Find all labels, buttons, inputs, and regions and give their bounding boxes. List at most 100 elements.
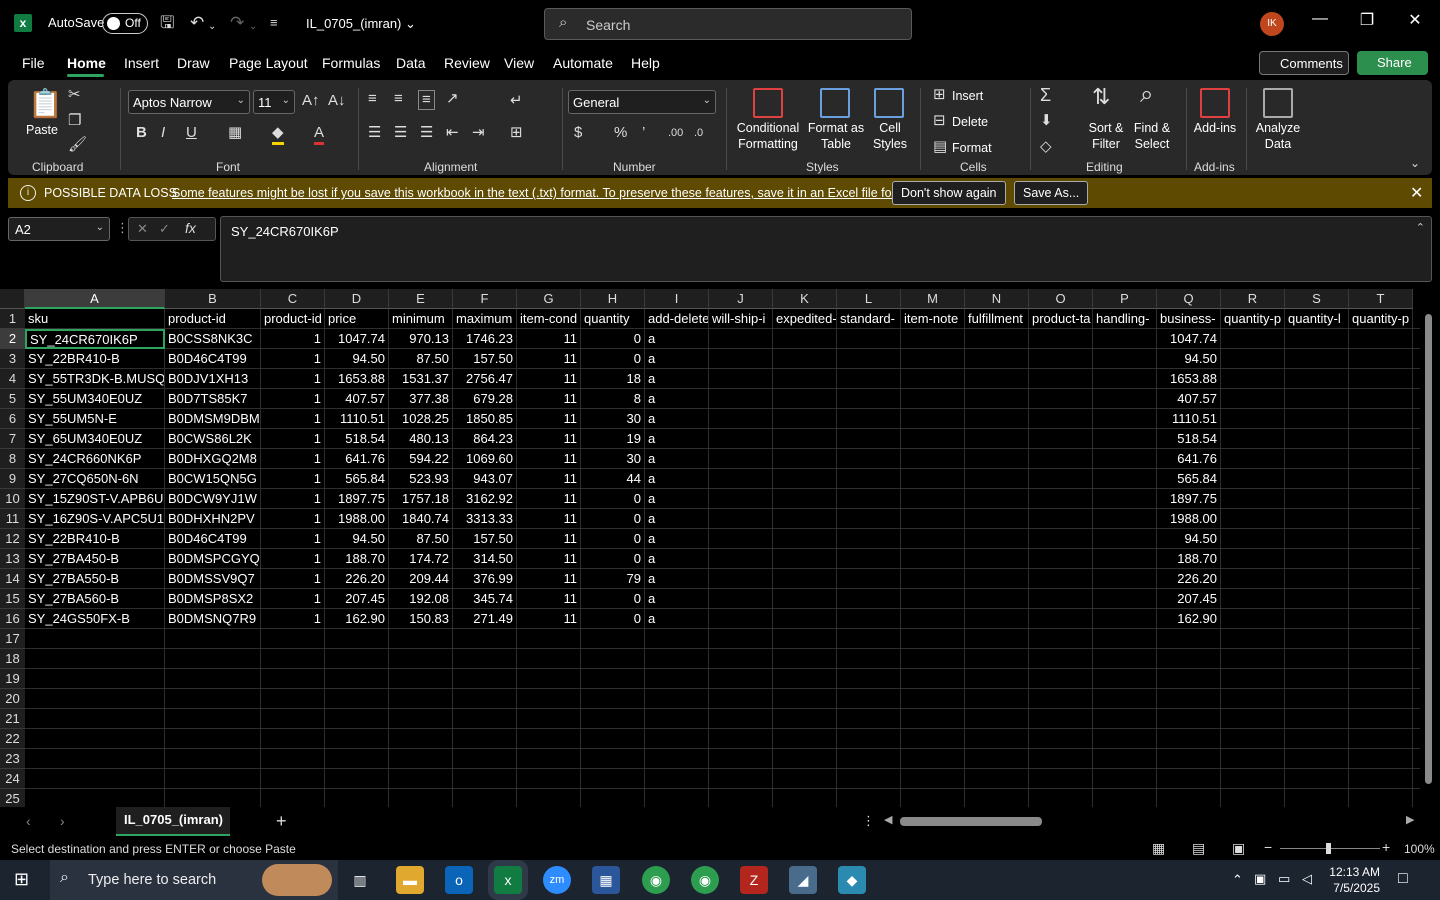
align-right-icon[interactable]: ☰ [420, 124, 433, 142]
column-header-h[interactable]: H [581, 289, 645, 309]
table-cell[interactable]: 157.50 [453, 349, 517, 369]
table-cell[interactable]: 94.50 [1157, 349, 1221, 369]
save-icon[interactable]: 🖫 [160, 12, 174, 34]
table-cell[interactable]: B0CW15QN5G [165, 469, 261, 489]
tab-data[interactable]: Data [396, 55, 426, 71]
align-left-icon[interactable]: ☰ [368, 124, 381, 142]
table-cell[interactable]: 1653.88 [325, 369, 389, 389]
table-cell[interactable]: SY_55UM5N-E [25, 409, 165, 429]
table-cell[interactable]: 11 [517, 569, 581, 589]
page-layout-view-icon[interactable]: ▤ [1192, 840, 1205, 857]
table-cell[interactable]: 11 [517, 429, 581, 449]
font-color-icon[interactable]: A [314, 124, 325, 145]
row-header[interactable]: 16 [0, 609, 25, 629]
wrap-text-icon[interactable]: ↵ [510, 92, 523, 110]
align-bottom-icon[interactable]: ≡ [418, 90, 435, 110]
table-cell[interactable]: a [645, 589, 709, 609]
table-cell[interactable]: 523.93 [389, 469, 453, 489]
header-cell[interactable]: product-id [165, 309, 261, 329]
column-header-j[interactable]: J [709, 289, 773, 309]
row-header[interactable]: 1 [0, 309, 25, 329]
table-cell[interactable]: 44 [581, 469, 645, 489]
table-cell[interactable]: 0 [581, 549, 645, 569]
italic-button[interactable]: I [161, 124, 165, 142]
table-cell[interactable]: B0DMSPCGYQ [165, 549, 261, 569]
table-cell[interactable]: 11 [517, 349, 581, 369]
row-header[interactable]: 21 [0, 709, 25, 729]
header-cell[interactable]: will-ship-i [709, 309, 773, 329]
table-cell[interactable]: 1 [261, 449, 325, 469]
zoom-app-icon[interactable]: zm [543, 866, 571, 894]
network-icon[interactable]: ▭ [1278, 871, 1290, 887]
add-sheet-icon[interactable]: + [276, 811, 287, 832]
table-cell[interactable]: B0DHXHN2PV [165, 509, 261, 529]
close-icon[interactable]: ✕ [1400, 10, 1430, 30]
table-cell[interactable]: B0CWS86L2K [165, 429, 261, 449]
decrease-font-icon[interactable]: A↓ [328, 92, 346, 110]
table-cell[interactable]: 2756.47 [453, 369, 517, 389]
table-cell[interactable]: 3313.33 [453, 509, 517, 529]
page-break-view-icon[interactable]: ▣ [1232, 840, 1245, 857]
table-cell[interactable]: 1531.37 [389, 369, 453, 389]
row-header[interactable]: 12 [0, 529, 25, 549]
add-ins-button[interactable]: Add-ins [1192, 120, 1238, 136]
table-cell[interactable]: 1653.88 [1157, 369, 1221, 389]
zoom-slider-thumb[interactable] [1326, 843, 1331, 854]
header-cell[interactable]: item-cond [517, 309, 581, 329]
table-cell[interactable]: 11 [517, 589, 581, 609]
table-cell[interactable]: a [645, 329, 709, 349]
table-cell[interactable]: 1840.74 [389, 509, 453, 529]
column-header-e[interactable]: E [389, 289, 453, 309]
table-cell[interactable]: 864.23 [453, 429, 517, 449]
table-cell[interactable]: SY_27BA450-B [25, 549, 165, 569]
header-cell[interactable]: minimum [389, 309, 453, 329]
table-cell[interactable]: 11 [517, 329, 581, 349]
analyze-data-icon[interactable] [1263, 88, 1293, 118]
table-cell[interactable]: 518.54 [1157, 429, 1221, 449]
table-cell[interactable]: 1 [261, 549, 325, 569]
windows-start-icon[interactable]: ⊞ [14, 869, 29, 890]
horizontal-scroll-thumb[interactable] [900, 817, 1042, 826]
table-cell[interactable]: 594.22 [389, 449, 453, 469]
column-header-n[interactable]: N [965, 289, 1029, 309]
table-cell[interactable]: 0 [581, 489, 645, 509]
row-header[interactable]: 14 [0, 569, 25, 589]
table-cell[interactable]: a [645, 369, 709, 389]
table-cell[interactable]: 87.50 [389, 529, 453, 549]
table-cell[interactable]: 11 [517, 469, 581, 489]
header-cell[interactable]: handling- [1093, 309, 1157, 329]
table-cell[interactable]: 271.49 [453, 609, 517, 629]
tab-view[interactable]: View [504, 55, 534, 71]
warning-message-link[interactable]: Some features might be lost if you save … [172, 186, 920, 200]
decrease-decimal-icon[interactable]: .0 [694, 124, 703, 142]
delete-cells-button[interactable]: Delete [952, 114, 988, 130]
table-cell[interactable]: 0 [581, 349, 645, 369]
header-cell[interactable]: standard- [837, 309, 901, 329]
vertical-scrollbar[interactable] [1422, 300, 1434, 806]
table-cell[interactable]: 1 [261, 569, 325, 589]
column-header-g[interactable]: G [517, 289, 581, 309]
column-header-q[interactable]: Q [1157, 289, 1221, 309]
enter-icon[interactable]: ✓ [159, 221, 170, 237]
table-cell[interactable]: 1746.23 [453, 329, 517, 349]
table-cell[interactable]: 1988.00 [1157, 509, 1221, 529]
clear-icon[interactable]: ◇ [1040, 138, 1052, 156]
header-cell[interactable]: fulfillment [965, 309, 1029, 329]
format-cells-button[interactable]: Format [952, 140, 992, 156]
tab-insert[interactable]: Insert [124, 55, 159, 71]
header-cell[interactable]: sku [25, 309, 165, 329]
row-header[interactable]: 11 [0, 509, 25, 529]
table-cell[interactable]: 1 [261, 349, 325, 369]
autosave-toggle[interactable]: Off [102, 13, 148, 34]
add-ins-icon[interactable] [1200, 88, 1230, 118]
customize-qat-icon[interactable]: ≡ [270, 12, 278, 34]
table-cell[interactable]: 1897.75 [1157, 489, 1221, 509]
notifications-icon[interactable]: □ [1398, 870, 1408, 888]
table-cell[interactable]: 1988.00 [325, 509, 389, 529]
column-header-a[interactable]: A [25, 289, 165, 309]
table-cell[interactable]: 1 [261, 429, 325, 449]
table-cell[interactable]: 207.45 [325, 589, 389, 609]
taskbar-clock[interactable]: 12:13 AM 7/5/2025 [1328, 864, 1380, 896]
table-cell[interactable]: B0DJV1XH13 [165, 369, 261, 389]
insert-cells-icon[interactable]: ⊞ [933, 86, 946, 104]
